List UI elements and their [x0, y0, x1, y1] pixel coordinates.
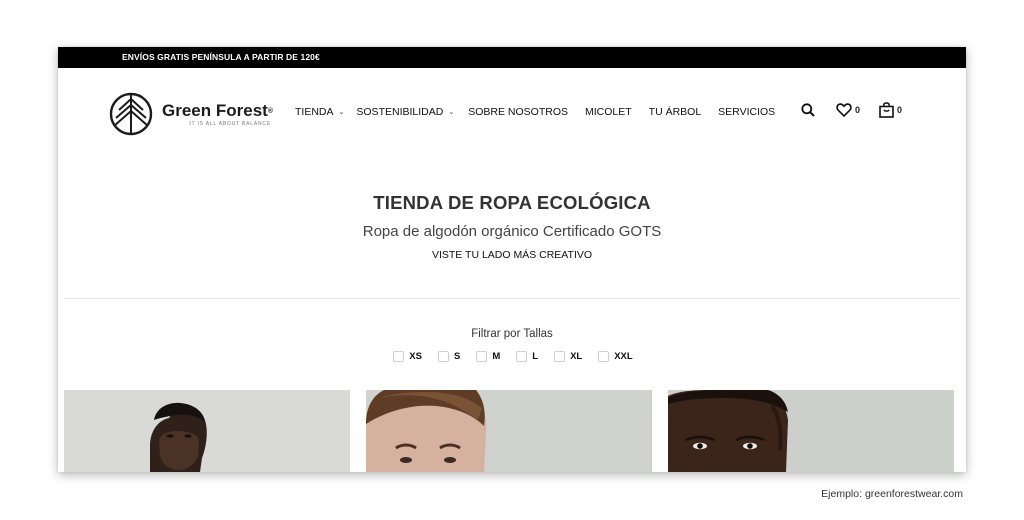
wishlist-button[interactable]: 0 — [836, 103, 860, 117]
size-option-s[interactable]: S — [437, 351, 461, 362]
size-checkbox[interactable] — [437, 351, 449, 362]
logo-wordmark: Green Forest® — [162, 100, 273, 120]
size-label: XL — [570, 351, 583, 362]
size-label: XXL — [614, 351, 633, 362]
nav-item-sostenibilidad[interactable]: SOSTENIBILIDAD ⌄ — [356, 106, 454, 118]
nav-item-servicios[interactable]: SERVICIOS — [718, 106, 775, 118]
announcement-bar: ENVÍOS GRATIS PENÍNSULA A PARTIR DE 120€ — [58, 47, 966, 68]
filter-label: Filtrar por Tallas — [471, 328, 553, 340]
tree-logo-icon — [109, 92, 153, 136]
nav-label: SOBRE NOSOTROS — [468, 106, 568, 118]
cart-count: 0 — [897, 105, 903, 115]
site-header: Green Forest® IT IS ALL ABOUT BALANCE TI… — [58, 68, 966, 158]
wishlist-count: 0 — [855, 105, 861, 115]
size-filter: Filtrar por Tallas XS S M L XL XXL — [58, 328, 966, 362]
page-tagline: VISTE TU LADO MÁS CREATIVO — [431, 249, 593, 261]
nav-label: TIENDA — [295, 106, 334, 118]
page-subtitle: Ropa de algodón orgánico Certificado GOT… — [362, 223, 662, 240]
nav-item-tu-arbol[interactable]: TU ÁRBOL — [649, 106, 702, 118]
main-nav: TIENDA ⌄ SOSTENIBILIDAD ⌄ SOBRE NOSOTROS M… — [295, 106, 775, 118]
chevron-down-icon: ⌄ — [338, 109, 345, 116]
logo-tagline: IT IS ALL ABOUT BALANCE — [189, 120, 271, 127]
search-icon — [801, 103, 815, 117]
registered-mark: ® — [267, 107, 273, 115]
product-card[interactable] — [64, 390, 350, 472]
size-label: XS — [409, 351, 422, 362]
shopping-bag-icon — [879, 102, 894, 118]
size-option-m[interactable]: M — [476, 351, 500, 362]
product-card[interactable] — [668, 390, 954, 472]
size-label: L — [532, 351, 539, 362]
announcement-text: ENVÍOS GRATIS PENÍNSULA A PARTIR DE 120€ — [122, 52, 320, 62]
size-option-l[interactable]: L — [516, 351, 538, 362]
heart-icon — [836, 103, 852, 117]
product-photo-model-1 — [64, 390, 350, 472]
nav-label: SOSTENIBILIDAD — [356, 106, 444, 118]
section-divider — [64, 298, 960, 299]
search-button[interactable] — [801, 103, 815, 117]
size-option-xl[interactable]: XL — [554, 351, 582, 362]
logo[interactable]: Green Forest® IT IS ALL ABOUT BALANCE — [109, 92, 273, 136]
size-option-xxl[interactable]: XXL — [598, 351, 633, 362]
size-label: M — [492, 351, 501, 362]
size-checkbox[interactable] — [476, 351, 488, 362]
nav-label: TU ÁRBOL — [648, 106, 702, 118]
header-actions: 0 0 — [801, 102, 902, 118]
hero-section: TIENDA DE ROPA ECOLÓGICA Ropa de algodón… — [58, 192, 966, 261]
cart-button[interactable]: 0 — [879, 102, 902, 118]
product-grid — [64, 390, 954, 472]
nav-item-sobre-nosotros[interactable]: SOBRE NOSOTROS — [468, 106, 568, 118]
nav-item-tienda[interactable]: TIENDA ⌄ — [295, 106, 344, 118]
nav-label: MICOLET — [584, 106, 632, 118]
size-checkbox[interactable] — [393, 351, 405, 362]
size-checkbox[interactable] — [598, 351, 610, 362]
nav-item-micolet[interactable]: MICOLET — [585, 106, 632, 118]
product-photo-model-2 — [366, 390, 652, 472]
size-label: S — [453, 351, 461, 362]
size-options: XS S M L XL XXL — [60, 351, 966, 362]
chevron-down-icon: ⌄ — [448, 109, 455, 116]
size-checkbox[interactable] — [554, 351, 566, 362]
page-title: TIENDA DE ROPA ECOLÓGICA — [373, 192, 651, 213]
size-option-xs[interactable]: XS — [393, 351, 422, 362]
product-photo-model-3 — [668, 390, 954, 472]
nav-label: SERVICIOS — [718, 106, 776, 118]
size-checkbox[interactable] — [516, 351, 528, 362]
source-credit: Ejemplo: greenforestwear.com — [821, 488, 963, 500]
product-card[interactable] — [366, 390, 652, 472]
website-screenshot: ENVÍOS GRATIS PENÍNSULA A PARTIR DE 120€… — [58, 47, 966, 472]
